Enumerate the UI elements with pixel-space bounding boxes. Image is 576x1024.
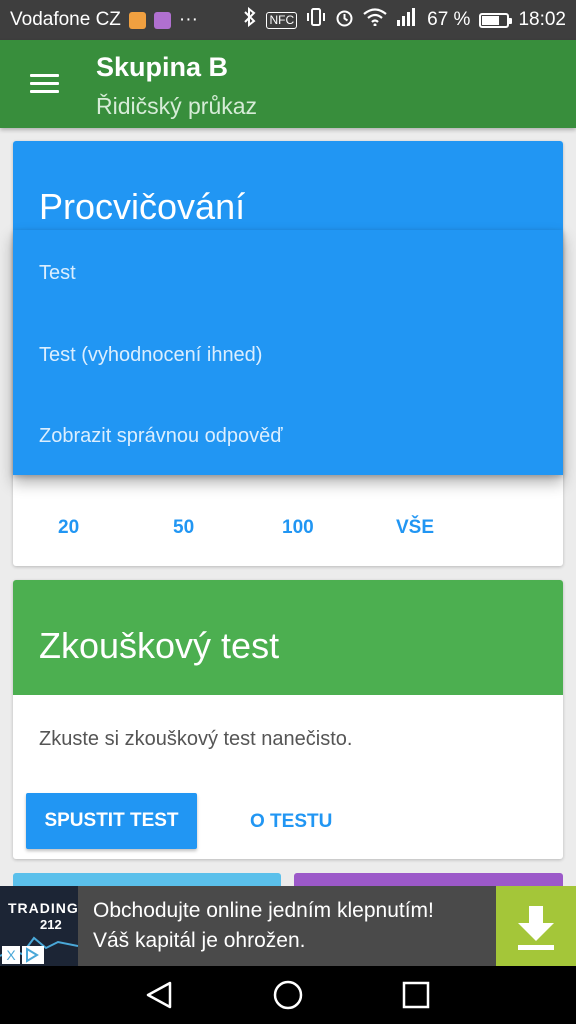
- page-title: Skupina B: [96, 52, 229, 82]
- ad-download-icon[interactable]: [496, 886, 576, 966]
- more-notifications-icon: ···: [178, 9, 198, 30]
- ad-line-2: Váš kapitál je ohrožen.: [93, 929, 306, 952]
- nfc-icon: NFC: [266, 11, 298, 29]
- ad-close-icon[interactable]: X: [2, 946, 20, 964]
- gallery-notification-icon: [153, 11, 171, 29]
- recents-icon[interactable]: [396, 976, 436, 1014]
- clock: 18:02: [518, 9, 566, 30]
- app-bar: Skupina B Řidičský průkaz: [0, 40, 576, 128]
- count-50-button[interactable]: 50: [173, 517, 194, 539]
- vibrate-icon: [306, 8, 326, 32]
- practice-card-title: Procvičování: [39, 186, 246, 227]
- count-all-button[interactable]: VŠE: [396, 517, 434, 539]
- back-icon[interactable]: [140, 976, 180, 1014]
- battery-icon: [479, 12, 513, 28]
- exam-description: Zkuste si zkouškový test nanečisto.: [39, 728, 353, 750]
- battery-percent: 67 %: [427, 9, 471, 30]
- count-100-button[interactable]: 100: [282, 517, 314, 539]
- carrier-name: Vodafone CZ: [10, 9, 121, 30]
- ad-line-1: Obchodujte online jedním klepnutím!: [93, 899, 434, 922]
- menu-item-test-instant[interactable]: Test (vyhodnocení ihned): [39, 344, 262, 367]
- page-subtitle: Řidičský průkaz: [96, 93, 258, 119]
- practice-card-header: Procvičování: [13, 141, 563, 241]
- menu-icon[interactable]: [30, 74, 59, 94]
- bluetooth-icon: [243, 6, 257, 33]
- about-test-button[interactable]: O TESTU: [250, 811, 332, 833]
- alarm-icon: [335, 8, 354, 33]
- menu-item-test[interactable]: Test: [39, 262, 76, 285]
- exam-card-title: Zkouškový test: [39, 625, 280, 666]
- ad-banner[interactable]: TRADING 212 X Obchodujte online jedním k…: [0, 886, 576, 966]
- start-test-button[interactable]: SPUSTIT TEST: [26, 793, 197, 849]
- notification-app-icon: [128, 11, 146, 29]
- home-icon[interactable]: [268, 976, 308, 1014]
- wifi-icon: [363, 8, 387, 32]
- signal-icon: [396, 8, 418, 32]
- count-20-button[interactable]: 20: [58, 517, 79, 539]
- navigation-bar: [0, 966, 576, 1024]
- ad-info-icon[interactable]: [22, 946, 44, 964]
- ad-logo-top: TRADING: [8, 900, 79, 916]
- status-bar: Vodafone CZ ··· NFC 67 % 18:02: [0, 0, 576, 40]
- menu-item-show-answer[interactable]: Zobrazit správnou odpověď: [39, 425, 283, 448]
- exam-card-header: Zkouškový test: [13, 580, 563, 695]
- practice-mode-menu: Test Test (vyhodnocení ihned) Zobrazit s…: [13, 230, 563, 475]
